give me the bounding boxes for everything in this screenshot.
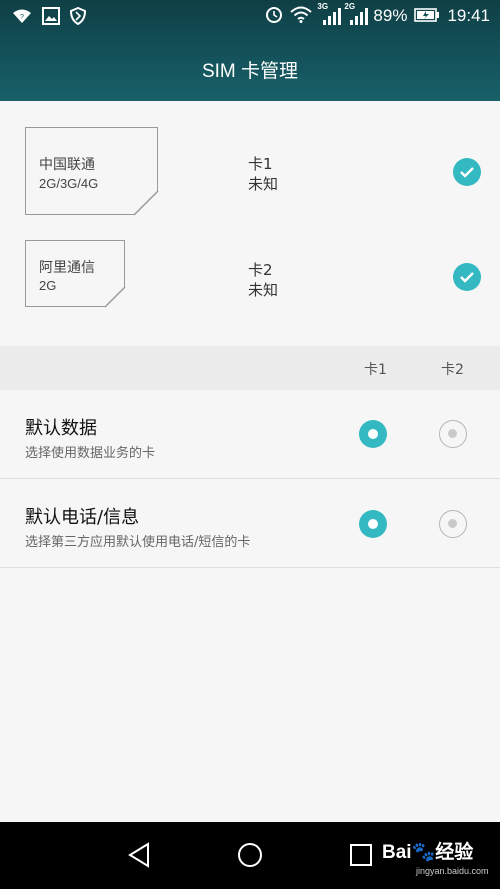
wifi-question-icon: ? [12, 8, 32, 28]
sim-carrier: 中国联通 [39, 157, 95, 173]
baidu-watermark: Bai🐾经验 jingyan.baidu.com [382, 837, 489, 876]
shield-icon [69, 6, 87, 29]
default-call-row[interactable]: 默认电话/信息 选择第三方应用默认使用电话/短信的卡 [0, 479, 500, 568]
sim-slot: 卡1 [248, 155, 273, 173]
paw-icon: 🐾 [411, 842, 436, 863]
status-bar: ? 3G 2G 89% 19:41 [0, 0, 500, 34]
image-icon [42, 7, 60, 29]
row-title: 默认数据 [25, 418, 97, 439]
sim-card-icon: 阿里通信 2G [25, 240, 126, 308]
watermark-brand: Bai [382, 842, 412, 863]
network-type-1: 3G [317, 2, 329, 11]
watermark-url: jingyan.baidu.com [416, 866, 489, 876]
card2-radio[interactable] [439, 420, 467, 448]
check-icon [460, 272, 474, 283]
column-header: 卡1 卡2 [0, 346, 500, 390]
signal-icon-sim1: 3G [317, 2, 342, 25]
sim-enabled-checkbox[interactable] [453, 263, 481, 291]
clock: 19:41 [447, 6, 490, 25]
battery-charging-icon [414, 7, 440, 26]
svg-text:?: ? [20, 14, 24, 21]
watermark-suffix: 经验 [435, 842, 474, 863]
sim-slot: 卡2 [248, 261, 273, 279]
card1-radio[interactable] [359, 510, 387, 538]
sim-status: 未知 [248, 281, 279, 299]
network-type-2: 2G [344, 2, 356, 11]
sim-card-icon: 中国联通 2G/3G/4G [25, 127, 159, 216]
battery-percent: 89% [373, 6, 408, 25]
recents-icon[interactable] [349, 843, 373, 871]
column-card2: 卡2 [441, 362, 464, 378]
sim-enabled-checkbox[interactable] [453, 158, 481, 186]
sim-status: 未知 [248, 175, 279, 193]
default-data-row[interactable]: 默认数据 选择使用数据业务的卡 [0, 390, 500, 479]
column-card1: 卡1 [364, 362, 387, 378]
sim-carrier: 阿里通信 [39, 260, 95, 276]
row-subtitle: 选择第三方应用默认使用电话/短信的卡 [25, 535, 251, 550]
row-subtitle: 选择使用数据业务的卡 [25, 446, 156, 461]
row-title: 默认电话/信息 [25, 507, 140, 528]
alarm-icon [265, 5, 283, 27]
wifi-icon [290, 6, 313, 27]
app-header: ? 3G 2G 89% 19:41 SIM 卡管理 [0, 0, 500, 101]
page-title: SIM 卡管理 [201, 61, 299, 82]
sim-card-list: 中国联通 2G/3G/4G 卡1 未知 阿里通信 2G 卡2 未知 [0, 101, 500, 346]
check-icon [460, 167, 474, 178]
card2-radio[interactable] [439, 510, 467, 538]
card1-radio[interactable] [359, 420, 387, 448]
sim-bands: 2G/3G/4G [39, 176, 99, 191]
sim-bands: 2G [39, 278, 57, 293]
signal-icon-sim2: 2G [344, 2, 369, 25]
back-icon[interactable] [127, 842, 151, 872]
home-icon[interactable] [237, 842, 263, 872]
